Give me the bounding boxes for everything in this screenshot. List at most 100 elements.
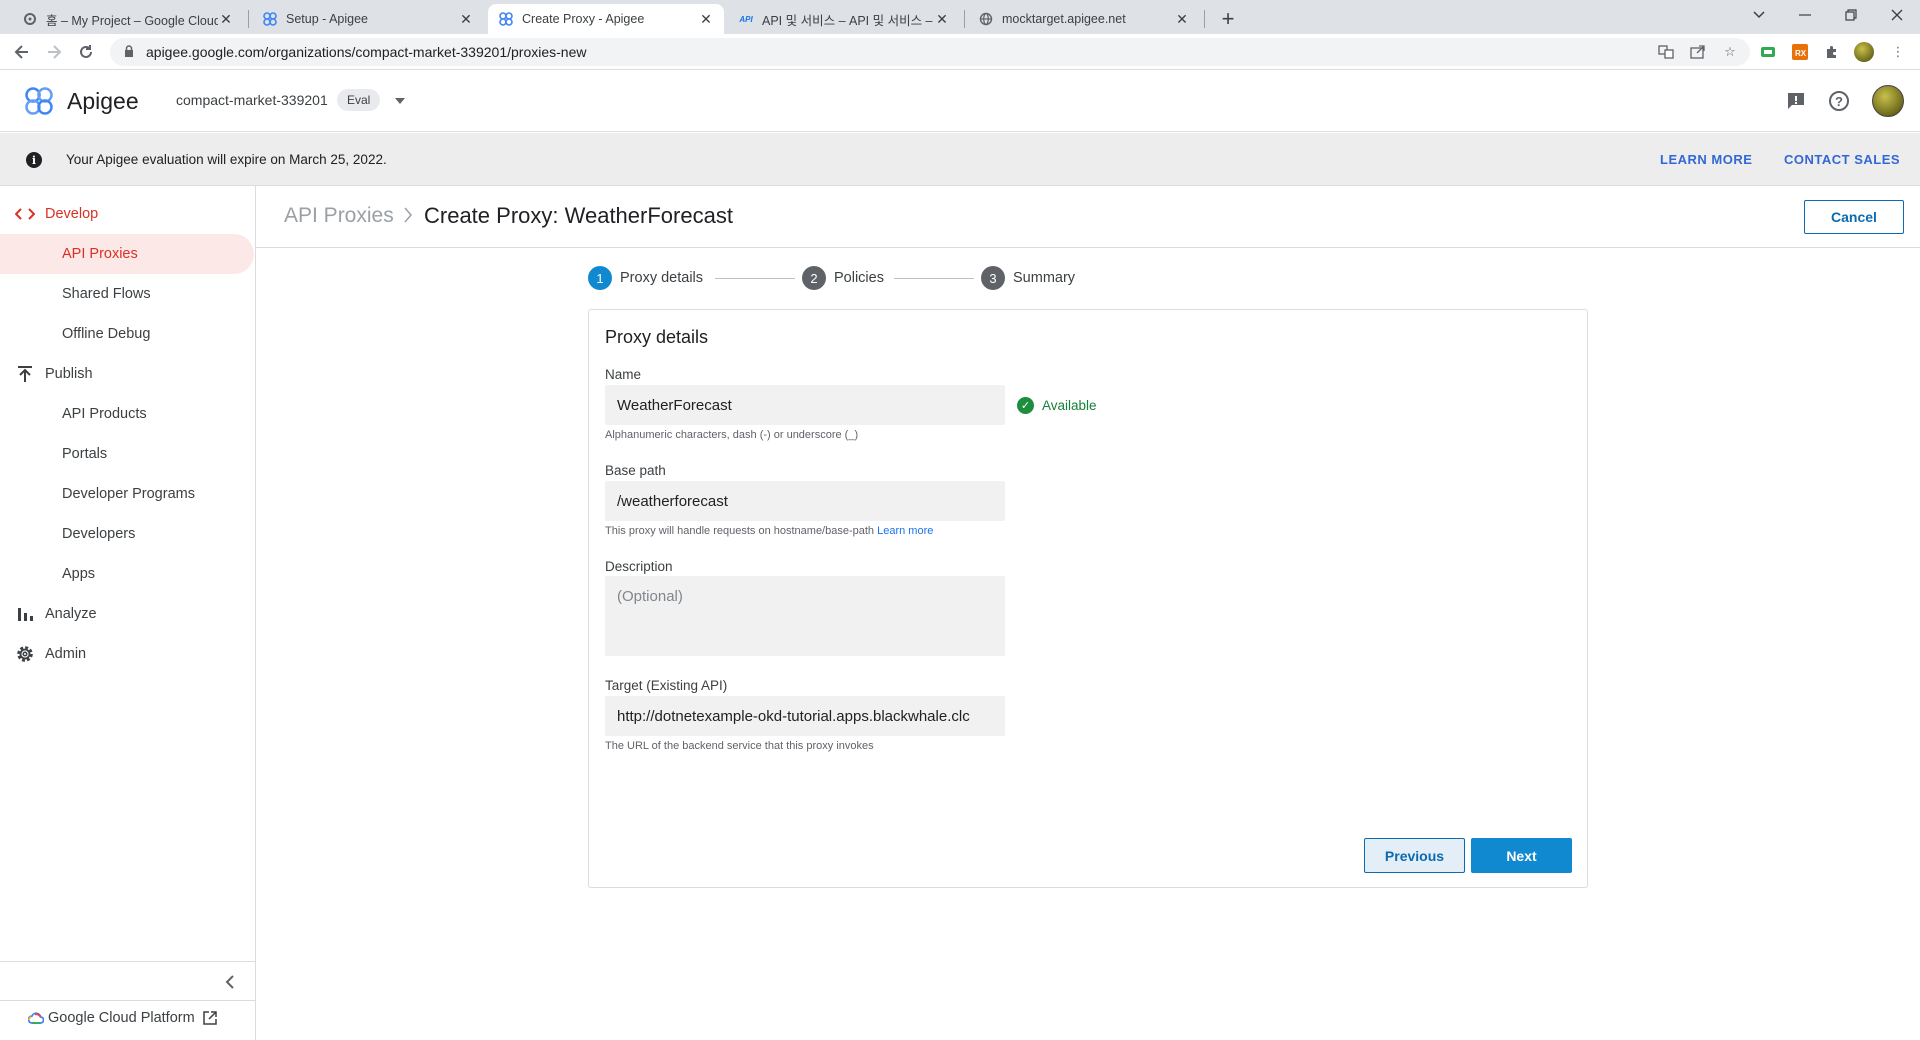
api-icon: API [739, 14, 753, 24]
chevron-right-icon [403, 206, 413, 230]
sidebar-item-publish[interactable]: Publish [0, 354, 255, 394]
translate-icon[interactable] [1656, 42, 1676, 62]
target-label: Target (Existing API) [605, 678, 728, 693]
target-url-field[interactable]: http://dotnetexample-okd-tutorial.apps.b… [605, 696, 1005, 736]
google-cloud-platform-link[interactable]: Google Cloud Platform [28, 1010, 217, 1026]
next-button[interactable]: Next [1471, 838, 1572, 873]
sidebar-item-offline-debug[interactable]: Offline Debug [0, 314, 255, 354]
cancel-button[interactable]: Cancel [1804, 200, 1904, 234]
restore-icon[interactable] [1828, 0, 1874, 30]
url-bar[interactable]: apigee.google.com/organizations/compact-… [110, 38, 1750, 66]
eval-badge: Eval [337, 89, 381, 111]
more-vert-icon[interactable]: ⋮ [1888, 42, 1908, 62]
sidebar-item-apps[interactable]: Apps [0, 554, 255, 594]
tab-title: Create Proxy - Apigee [522, 12, 645, 26]
forward-icon[interactable] [42, 40, 66, 64]
tab-search-icon[interactable] [1736, 0, 1782, 30]
sidebar-item-developers[interactable]: Developers [0, 514, 255, 554]
name-field[interactable]: WeatherForecast [605, 385, 1005, 425]
close-icon[interactable]: ✕ [1174, 11, 1190, 27]
profile-avatar-icon[interactable] [1854, 42, 1874, 62]
description-field[interactable]: (Optional) [605, 576, 1005, 656]
sidebar-item-api-proxies[interactable]: API Proxies [0, 234, 254, 274]
sidebar-item-admin[interactable]: Admin [0, 634, 255, 674]
sidebar-item-developer-programs[interactable]: Developer Programs [0, 474, 255, 514]
collapse-sidebar-icon[interactable] [220, 972, 240, 992]
tab-title: mocktarget.apigee.net [1002, 12, 1126, 26]
extensions-puzzle-icon[interactable] [1822, 42, 1842, 62]
contact-sales-link[interactable]: CONTACT SALES [1784, 152, 1900, 167]
back-icon[interactable] [10, 40, 34, 64]
user-avatar[interactable] [1872, 85, 1904, 117]
basepath-field[interactable]: /weatherforecast [605, 481, 1005, 521]
step-label: Proxy details [620, 270, 704, 286]
sidebar-item-label: Offline Debug [62, 326, 151, 342]
extension-rx-icon[interactable]: RX [1790, 42, 1810, 62]
sidebar-item-label: Develop [45, 206, 99, 222]
apigee-logo-icon[interactable] [24, 86, 54, 116]
learn-more-link[interactable]: LEARN MORE [1660, 152, 1752, 167]
org-dropdown-icon[interactable] [395, 98, 405, 104]
close-icon[interactable]: ✕ [218, 11, 234, 27]
minimize-icon[interactable] [1782, 0, 1828, 30]
divider [0, 961, 255, 962]
sidebar-item-label: Developers [62, 526, 136, 542]
availability-label: Available [1042, 398, 1097, 413]
banner-message: Your Apigee evaluation will expire on Ma… [66, 152, 387, 167]
extension-green-icon[interactable] [1758, 42, 1778, 62]
previous-button[interactable]: Previous [1364, 838, 1465, 873]
step-connector [715, 278, 795, 279]
close-icon[interactable]: ✕ [458, 11, 474, 27]
page-title-bar: API Proxies Create Proxy: WeatherForecas… [256, 186, 1920, 248]
window-close-icon[interactable] [1874, 0, 1920, 30]
feedback-icon[interactable] [1784, 89, 1808, 113]
new-tab-icon[interactable]: + [1215, 6, 1241, 32]
apigee-icon [498, 11, 514, 27]
step-number: 1 [588, 266, 612, 290]
url-text: apigee.google.com/organizations/compact-… [146, 44, 587, 60]
learn-more-link[interactable]: Learn more [877, 525, 933, 537]
apigee-icon [262, 11, 278, 27]
svg-text:?: ? [1835, 94, 1843, 109]
settings-gear-icon [15, 645, 35, 663]
browser-tab-bar: 홈 – My Project – Google Cloud ✕ Setup - … [0, 0, 1920, 34]
sidebar-item-shared-flows[interactable]: Shared Flows [0, 274, 255, 314]
app-name: Apigee [67, 88, 139, 114]
browser-tab[interactable]: API API 및 서비스 – API 및 서비스 – ✕ [728, 4, 960, 34]
tab-separator [964, 10, 965, 28]
gcp-label: Google Cloud Platform [48, 1010, 195, 1026]
proxy-details-card: Proxy details Name WeatherForecast ✓ Ava… [588, 309, 1588, 888]
org-name[interactable]: compact-market-339201 [176, 92, 328, 108]
tab-separator [1204, 10, 1205, 28]
app-header: Apigee compact-market-339201 Eval ? [0, 70, 1920, 132]
basepath-hint: This proxy will handle requests on hostn… [605, 525, 933, 537]
tab-title: 홈 – My Project – Google Cloud [46, 13, 218, 28]
card-title: Proxy details [605, 327, 709, 347]
browser-tab-active[interactable]: Create Proxy - Apigee ✕ [488, 4, 724, 34]
browser-tab[interactable]: Setup - Apigee ✕ [252, 4, 484, 34]
basepath-hint-text: This proxy will handle requests on hostn… [605, 525, 875, 537]
sidebar-item-label: Admin [45, 646, 87, 662]
breadcrumb[interactable]: API Proxies [284, 204, 394, 228]
sidebar-item-api-products[interactable]: API Products [0, 394, 255, 434]
sidebar-item-analyze[interactable]: Analyze [0, 594, 255, 634]
lock-icon [124, 45, 138, 59]
name-hint: Alphanumeric characters, dash (-) or und… [605, 429, 859, 441]
star-icon[interactable]: ☆ [1720, 42, 1740, 62]
sidebar-item-develop[interactable]: Develop [0, 194, 255, 234]
browser-tab[interactable]: mocktarget.apigee.net ✕ [968, 4, 1200, 34]
sidebar-item-portals[interactable]: Portals [0, 434, 255, 474]
close-icon[interactable]: ✕ [934, 11, 950, 27]
reload-icon[interactable] [74, 40, 98, 64]
gear-icon [22, 11, 38, 27]
target-hint: The URL of the backend service that this… [605, 740, 874, 752]
step-label: Policies [834, 270, 884, 286]
help-icon[interactable]: ? [1827, 89, 1851, 113]
browser-tab[interactable]: 홈 – My Project – Google Cloud ✕ [12, 4, 244, 34]
bar-chart-icon [15, 605, 35, 623]
step-number: 3 [981, 266, 1005, 290]
name-availability: ✓ Available [1017, 397, 1097, 414]
share-icon[interactable] [1688, 42, 1708, 62]
page-title: Create Proxy: WeatherForecast [424, 203, 733, 228]
close-icon[interactable]: ✕ [698, 11, 714, 27]
